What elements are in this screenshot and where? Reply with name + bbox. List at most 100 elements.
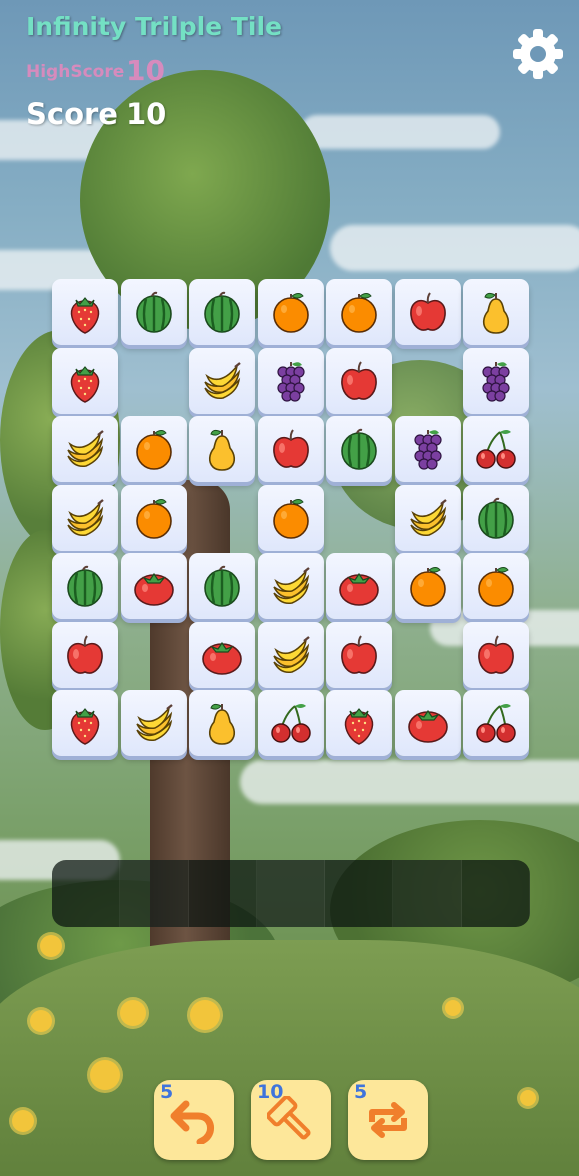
tile-apple[interactable] (394, 279, 461, 345)
tile-apple[interactable] (463, 621, 529, 688)
apple-icon (409, 292, 446, 331)
strawberry-icon (70, 365, 100, 403)
tile-strawberry[interactable] (52, 690, 118, 756)
tile-cherry[interactable] (463, 416, 529, 482)
tile-banana[interactable] (394, 484, 461, 551)
tile-orange[interactable] (120, 416, 187, 482)
cherry-icon (476, 430, 516, 469)
score-label: Score (26, 97, 118, 131)
banana-icon (272, 635, 310, 673)
tile-orange[interactable] (326, 279, 392, 345)
tile-banana[interactable] (189, 347, 255, 414)
tile-orange[interactable] (257, 279, 324, 345)
tile-orange[interactable] (120, 484, 187, 551)
orange-icon (135, 498, 172, 539)
pear-icon (482, 292, 510, 334)
watermelon-icon (67, 565, 103, 607)
banana-icon (204, 361, 241, 399)
tray-slot (256, 860, 326, 927)
tile-cherry[interactable] (257, 690, 324, 756)
tomato-icon (202, 641, 242, 675)
hammer-button[interactable]: 10 (251, 1080, 331, 1160)
cherry-icon (270, 704, 311, 743)
orange-icon (272, 498, 309, 539)
tile-tomato[interactable] (326, 553, 392, 619)
orange-icon (135, 430, 172, 470)
tile-banana[interactable] (257, 621, 324, 688)
watermelon-icon (341, 428, 377, 470)
tile-grape[interactable] (463, 347, 529, 414)
tray-slot (189, 860, 257, 927)
game-title: Infinity Trilple Tile (26, 12, 282, 41)
tile-strawberry[interactable] (52, 279, 118, 345)
tomato-icon (407, 709, 448, 743)
tray-slot (120, 860, 189, 927)
watermelon-icon (478, 497, 514, 539)
tomato-icon (339, 572, 379, 606)
tile-watermelon[interactable] (52, 553, 118, 619)
strawberry-icon (344, 708, 374, 745)
tile-tomato[interactable] (120, 553, 187, 619)
tile-tray (52, 860, 530, 927)
tile-apple[interactable] (326, 347, 392, 414)
tile-banana[interactable] (120, 690, 187, 756)
tile-cherry[interactable] (463, 690, 529, 756)
banana-icon (67, 430, 104, 468)
tile-tomato[interactable] (394, 690, 461, 756)
apple-icon (67, 634, 103, 674)
shuffle-icon (369, 1102, 407, 1138)
cherry-icon (476, 704, 516, 743)
tile-apple[interactable] (326, 621, 392, 688)
tile-strawberry[interactable] (52, 347, 118, 414)
orange-icon (341, 293, 377, 333)
tile-strawberry[interactable] (326, 690, 392, 756)
banana-icon (135, 704, 173, 742)
tile-watermelon[interactable] (189, 279, 255, 345)
tile-watermelon[interactable] (189, 553, 255, 619)
tile-apple[interactable] (257, 416, 324, 482)
orange-icon (478, 567, 514, 607)
tile-orange[interactable] (394, 553, 461, 619)
tray-slot (325, 860, 394, 927)
tile-pear[interactable] (189, 416, 255, 482)
tile-pear[interactable] (463, 279, 529, 345)
pear-icon (208, 703, 236, 745)
orange-icon (272, 293, 309, 333)
apple-icon (341, 360, 377, 400)
shuffle-button[interactable]: 5 (348, 1080, 428, 1160)
tile-banana[interactable] (52, 416, 118, 482)
pear-icon (208, 429, 236, 471)
grape-icon (482, 361, 510, 402)
tile-watermelon[interactable] (463, 484, 529, 551)
tile-grape[interactable] (257, 347, 324, 414)
banana-icon (67, 498, 104, 536)
strawberry-icon (70, 708, 100, 745)
apple-icon (272, 429, 309, 468)
watermelon-icon (204, 291, 240, 333)
tile-apple[interactable] (52, 621, 118, 688)
settings-button[interactable] (511, 27, 565, 81)
tile-watermelon[interactable] (326, 416, 392, 482)
strawberry-icon (70, 297, 100, 334)
watermelon-icon (135, 291, 172, 333)
tile-tomato[interactable] (189, 621, 255, 688)
hammer-icon (267, 1096, 311, 1140)
watermelon-icon (204, 565, 240, 607)
banana-icon (272, 567, 310, 605)
tile-watermelon[interactable] (120, 279, 187, 345)
tile-banana[interactable] (257, 553, 324, 619)
grape-icon (276, 361, 305, 402)
tile-grape[interactable] (394, 416, 461, 482)
banana-icon (409, 498, 447, 536)
apple-icon (341, 634, 377, 674)
tile-orange[interactable] (463, 553, 529, 619)
undo-button[interactable]: 5 (154, 1080, 234, 1160)
gear-icon (513, 29, 563, 79)
tile-orange[interactable] (257, 484, 324, 551)
tomato-icon (133, 572, 174, 606)
orange-icon (409, 567, 446, 607)
tile-banana[interactable] (52, 484, 118, 551)
score-value: 10 (126, 97, 167, 131)
grape-icon (413, 430, 442, 470)
tile-pear[interactable] (189, 690, 255, 756)
